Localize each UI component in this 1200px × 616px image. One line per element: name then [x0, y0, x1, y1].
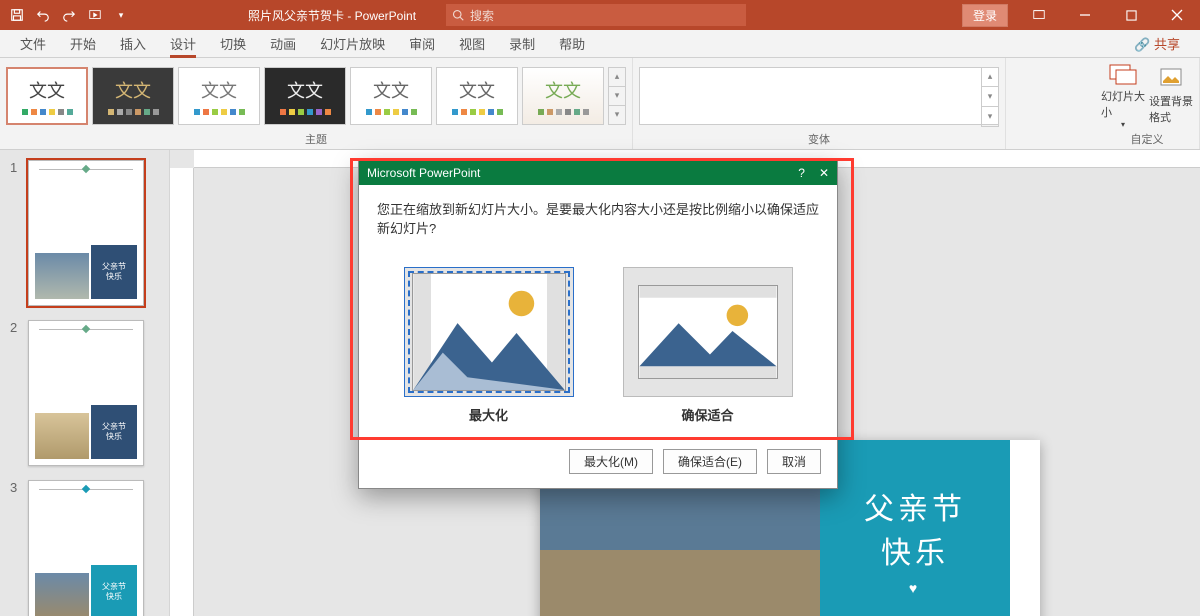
option-ensure-fit[interactable]: 确保适合: [623, 267, 793, 424]
tab-transitions[interactable]: 切换: [208, 30, 258, 57]
group-themes: 文文 文文 文文 文文 文文 文文 文文 ▴▾▾ 主题: [0, 58, 633, 149]
chevron-down-icon[interactable]: ▾: [982, 87, 998, 107]
group-label-themes: 主题: [305, 129, 327, 147]
slide-size-button[interactable]: 幻灯片大小▾: [1101, 62, 1145, 129]
save-icon[interactable]: [6, 4, 28, 26]
help-icon[interactable]: ?: [798, 166, 805, 180]
minimize-icon[interactable]: [1062, 0, 1108, 30]
redo-icon[interactable]: [58, 4, 80, 26]
heart-icon: ♥: [909, 580, 921, 596]
dialog-title: Microsoft PowerPoint: [367, 166, 480, 180]
undo-icon[interactable]: [32, 4, 54, 26]
dialog-maximize-button[interactable]: 最大化(M): [569, 449, 653, 474]
theme-thumb-5[interactable]: 文文: [350, 67, 432, 125]
variant-gallery-nav[interactable]: ▴▾▾: [981, 67, 999, 127]
tab-design[interactable]: 设计: [158, 30, 208, 57]
slide-title-panel: 父亲节快乐 ♥: [820, 440, 1010, 616]
dialog-titlebar: Microsoft PowerPoint ? ✕: [359, 161, 837, 185]
dialog-buttons: 最大化(M) 确保适合(E) 取消: [359, 438, 837, 488]
ribbon: 文文 文文 文文 文文 文文 文文 文文 ▴▾▾ 主题 ▴▾▾ 变体 幻灯片大小…: [0, 58, 1200, 150]
option-maximize-label: 最大化: [404, 405, 574, 424]
tab-animations[interactable]: 动画: [258, 30, 308, 57]
slide-size-icon: [1109, 62, 1137, 86]
document-title: 照片风父亲节贺卡 - PowerPoint: [248, 7, 416, 24]
variant-gallery[interactable]: ▴▾▾: [639, 67, 999, 125]
ribbon-tabs: 文件 开始 插入 设计 切换 动画 幻灯片放映 审阅 视图 录制 帮助 🔗 共享: [0, 30, 1200, 58]
theme-thumb-3[interactable]: 文文: [178, 67, 260, 125]
format-background-icon: [1159, 67, 1183, 91]
thumbnail-2[interactable]: 2 父亲节快乐: [28, 320, 155, 466]
thumbnail-3[interactable]: 3 父亲节快乐: [28, 480, 155, 616]
slide-thumbnails: 1 父亲节快乐 2 父亲节快乐 3 父亲节快乐: [0, 150, 170, 616]
more-icon[interactable]: ▾: [609, 106, 625, 124]
qat-more-icon[interactable]: ▾: [110, 4, 132, 26]
start-from-beginning-icon[interactable]: [84, 4, 106, 26]
theme-gallery-nav[interactable]: ▴▾▾: [608, 67, 626, 125]
tab-recording[interactable]: 录制: [497, 30, 547, 57]
format-background-button[interactable]: 设置背景格式: [1149, 67, 1193, 125]
theme-thumb-1[interactable]: 文文: [6, 67, 88, 125]
search-icon: [452, 9, 464, 21]
dialog-cancel-button[interactable]: 取消: [767, 449, 821, 474]
more-icon[interactable]: ▾: [982, 107, 998, 126]
tab-view[interactable]: 视图: [447, 30, 497, 57]
maximize-icon[interactable]: [1108, 0, 1154, 30]
dialog-ensure-fit-button[interactable]: 确保适合(E): [663, 449, 757, 474]
dialog-options: 最大化 确保适合: [359, 245, 837, 434]
slide-size-dialog: Microsoft PowerPoint ? ✕ 您正在缩放到新幻灯片大小。是要…: [358, 160, 838, 489]
option-maximize[interactable]: 最大化: [404, 267, 574, 424]
group-customize: 幻灯片大小▾ 设置背景格式 自定义: [1095, 58, 1200, 149]
quick-access-toolbar: ▾: [0, 4, 138, 26]
title-bar: ▾ 照片风父亲节贺卡 - PowerPoint 搜索 登录: [0, 0, 1200, 30]
ruler-vertical: [170, 168, 194, 616]
chevron-up-icon[interactable]: ▴: [982, 68, 998, 88]
ribbon-display-options-icon[interactable]: [1016, 0, 1062, 30]
tab-file[interactable]: 文件: [8, 30, 58, 57]
thumbnail-1[interactable]: 1 父亲节快乐: [28, 160, 155, 306]
chevron-down-icon[interactable]: ▾: [609, 87, 625, 106]
tab-review[interactable]: 审阅: [397, 30, 447, 57]
theme-thumb-4[interactable]: 文文: [264, 67, 346, 125]
search-box[interactable]: 搜索: [446, 4, 746, 26]
theme-thumb-6[interactable]: 文文: [436, 67, 518, 125]
tab-help[interactable]: 帮助: [547, 30, 597, 57]
group-label-variants: 变体: [808, 129, 830, 147]
theme-thumb-7[interactable]: 文文: [522, 67, 604, 125]
close-icon[interactable]: [1154, 0, 1200, 30]
share-button[interactable]: 🔗 共享: [1122, 30, 1192, 57]
tab-home[interactable]: 开始: [58, 30, 108, 57]
tab-slideshow[interactable]: 幻灯片放映: [308, 30, 397, 57]
option-ensure-fit-label: 确保适合: [623, 405, 793, 424]
group-label-customize: 自定义: [1131, 129, 1164, 147]
tab-insert[interactable]: 插入: [108, 30, 158, 57]
theme-thumb-2[interactable]: 文文: [92, 67, 174, 125]
group-variants: ▴▾▾ 变体: [633, 58, 1006, 149]
dialog-close-icon[interactable]: ✕: [819, 166, 829, 180]
search-placeholder: 搜索: [470, 7, 494, 24]
login-button[interactable]: 登录: [962, 4, 1008, 27]
chevron-up-icon[interactable]: ▴: [609, 68, 625, 87]
dialog-message: 您正在缩放到新幻灯片大小。是要最大化内容大小还是按比例缩小以确保适应新幻灯片?: [359, 185, 837, 245]
